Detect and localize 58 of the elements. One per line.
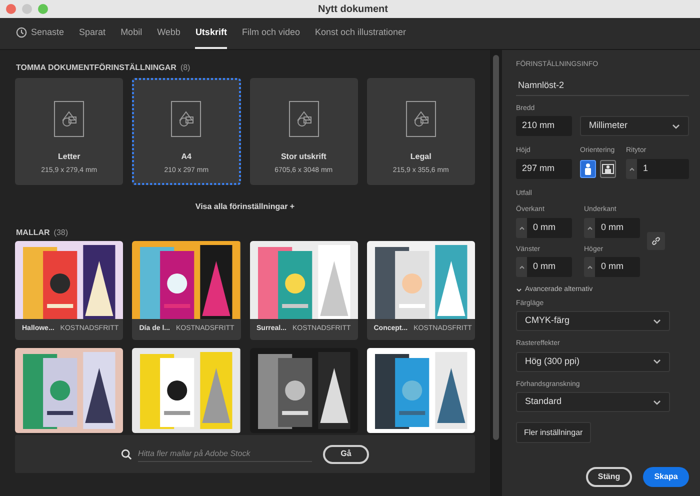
input-field[interactable]: 0 mm [595,218,640,238]
landscape-button[interactable] [600,160,616,178]
create-button[interactable]: Skapa [643,467,689,487]
document-icon [406,101,436,137]
tab[interactable]: Film och video [242,18,300,49]
input-field[interactable]: 297 mm [516,158,572,178]
template-count: (38) [54,227,68,239]
caret-up-icon [628,166,634,170]
document-icon [171,101,202,137]
more-settings-button[interactable]: Fler inställningar [516,422,591,443]
link-icon [651,236,661,246]
caret-up-icon [518,226,524,230]
caret-up-icon [518,265,524,269]
document-icon [54,101,84,137]
show-all-presets-link[interactable]: Visa alla förinställningar + [195,201,295,215]
section-heading: MALLAR [16,227,50,239]
person-icon [584,162,592,174]
dropdown[interactable]: Hög (300 ppi) [516,352,670,372]
input-field[interactable]: 210 mm [516,116,572,136]
chevron-down-icon [653,400,661,404]
link-button[interactable] [647,232,665,250]
input-field[interactable]: 0 mm [527,257,572,277]
tab[interactable]: Webb [157,18,180,49]
person-icon [602,164,614,174]
stepper-button[interactable] [516,257,527,277]
chevron-down-icon [653,318,661,324]
tab[interactable]: Konst och illustrationer [314,18,406,49]
section-heading: TOMMA DOKUMENTFÖRINSTÄLLNINGAR [16,62,176,74]
tab[interactable]: Mobil [120,18,142,49]
document-name-field[interactable]: Namnlöst-2 [516,78,689,96]
stepper-button[interactable] [516,218,527,238]
chevron-down-icon [653,359,661,364]
portrait-button[interactable] [580,160,596,178]
clock-icon [16,27,27,38]
dropdown[interactable]: Millimeter [580,116,689,136]
scrollbar-thumb[interactable] [493,55,499,440]
input-field[interactable]: 1 [637,158,689,178]
input-field[interactable]: 0 mm [595,257,640,277]
chevron-icon [516,287,522,294]
input-field[interactable]: 0 mm [527,218,572,238]
search-icon [121,448,132,460]
stepper-button[interactable] [584,257,595,277]
caret-up-icon [586,265,592,269]
search-field[interactable]: Hitta fler mallar på Adobe Stock [138,446,312,462]
stepper-button[interactable] [584,218,595,238]
tab[interactable]: Senaste [16,18,64,49]
close-button[interactable] [6,4,16,14]
window-title: Nytt dokument [318,3,388,17]
caret-up-icon [586,226,592,230]
tab[interactable]: Sparat [79,18,106,49]
dropdown[interactable]: Standard [516,392,670,412]
stepper-button[interactable] [626,158,637,178]
preset-count: (8) [180,62,190,74]
document-icon [288,101,319,137]
dropdown[interactable]: CMYK-färg [516,311,670,331]
go-button[interactable]: Gå [323,444,369,464]
chevron-down-icon [672,124,680,128]
close-dialog-button[interactable]: Stäng [586,467,632,487]
